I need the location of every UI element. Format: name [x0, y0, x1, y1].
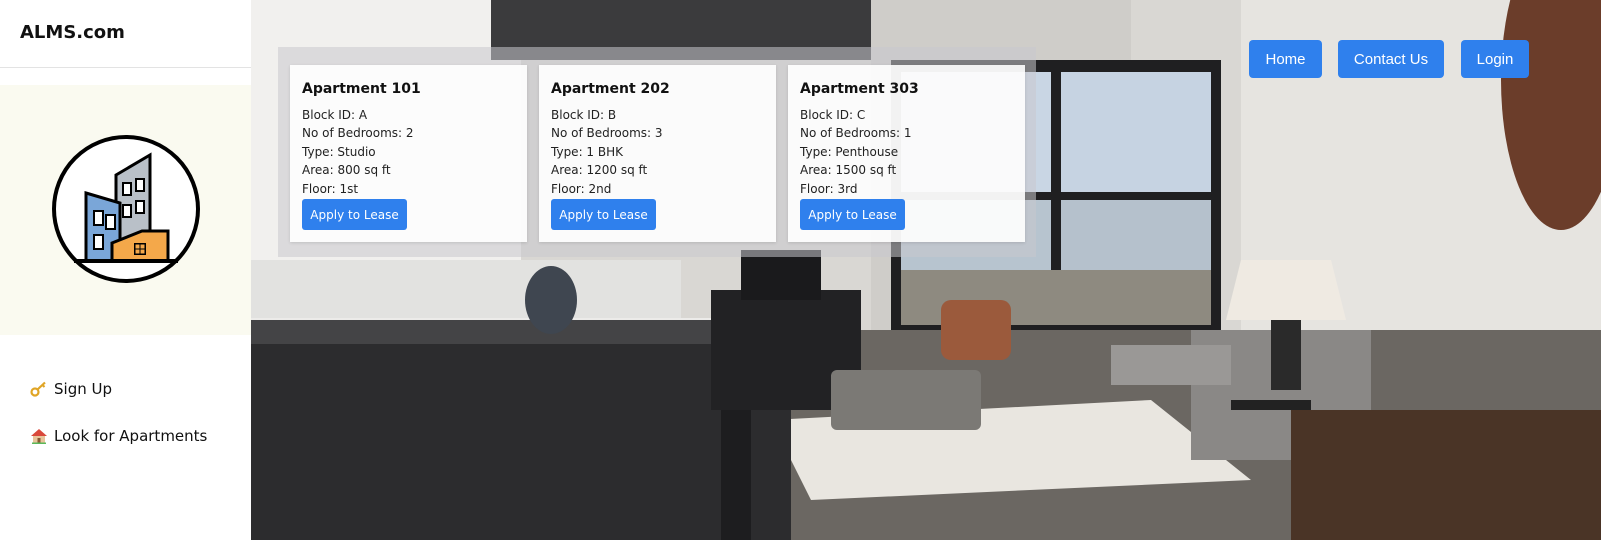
apartment-floor: Floor: 3rd — [800, 182, 858, 196]
apartment-type: Type: Penthouse — [800, 145, 899, 159]
apartment-type: Type: Studio — [302, 145, 376, 159]
apartment-card: Apartment 101 Block ID: A No of Bedrooms… — [290, 65, 527, 242]
login-button[interactable]: Login — [1461, 40, 1529, 78]
sidebar: ALMS.com Sign Up Look for Apartments — [0, 0, 251, 540]
apartment-card: Apartment 303 Block ID: C No of Bedrooms… — [788, 65, 1025, 242]
buildings-logo-icon — [52, 135, 200, 283]
key-icon — [30, 381, 46, 397]
apartment-area: Area: 1200 sq ft — [551, 163, 648, 177]
apartment-floor: Floor: 1st — [302, 182, 359, 196]
contact-us-button[interactable]: Contact Us — [1338, 40, 1444, 78]
house-icon — [31, 429, 47, 444]
sidebar-divider — [0, 67, 251, 68]
apartment-floor: Floor: 2nd — [551, 182, 612, 196]
apartment-block: Block ID: A — [302, 108, 368, 122]
apartment-card: Apartment 202 Block ID: B No of Bedrooms… — [539, 65, 776, 242]
apartment-block: Block ID: B — [551, 108, 617, 122]
apply-to-lease-button[interactable]: Apply to Lease — [800, 199, 905, 230]
home-button[interactable]: Home — [1249, 40, 1322, 78]
apartment-title: Apartment 202 — [551, 81, 670, 97]
apartment-type: Type: 1 BHK — [551, 145, 623, 159]
sidebar-item-sign-up[interactable]: Sign Up — [30, 380, 112, 398]
apartment-area: Area: 800 sq ft — [302, 163, 391, 177]
apartment-block: Block ID: C — [800, 108, 866, 122]
apartment-bedrooms: No of Bedrooms: 2 — [302, 126, 414, 140]
apartment-bedrooms: No of Bedrooms: 1 — [800, 126, 912, 140]
sidebar-item-label: Look for Apartments — [54, 427, 208, 445]
sidebar-item-label: Sign Up — [54, 380, 112, 398]
apartment-title: Apartment 101 — [302, 81, 421, 97]
apply-to-lease-button[interactable]: Apply to Lease — [551, 199, 656, 230]
apply-to-lease-button[interactable]: Apply to Lease — [302, 199, 407, 230]
apartment-title: Apartment 303 — [800, 81, 919, 97]
apartment-bedrooms: No of Bedrooms: 3 — [551, 126, 663, 140]
sidebar-item-look-for-apartments[interactable]: Look for Apartments — [30, 427, 207, 445]
brand-logo-text[interactable]: ALMS.com — [20, 22, 125, 43]
apartment-area: Area: 1500 sq ft — [800, 163, 897, 177]
